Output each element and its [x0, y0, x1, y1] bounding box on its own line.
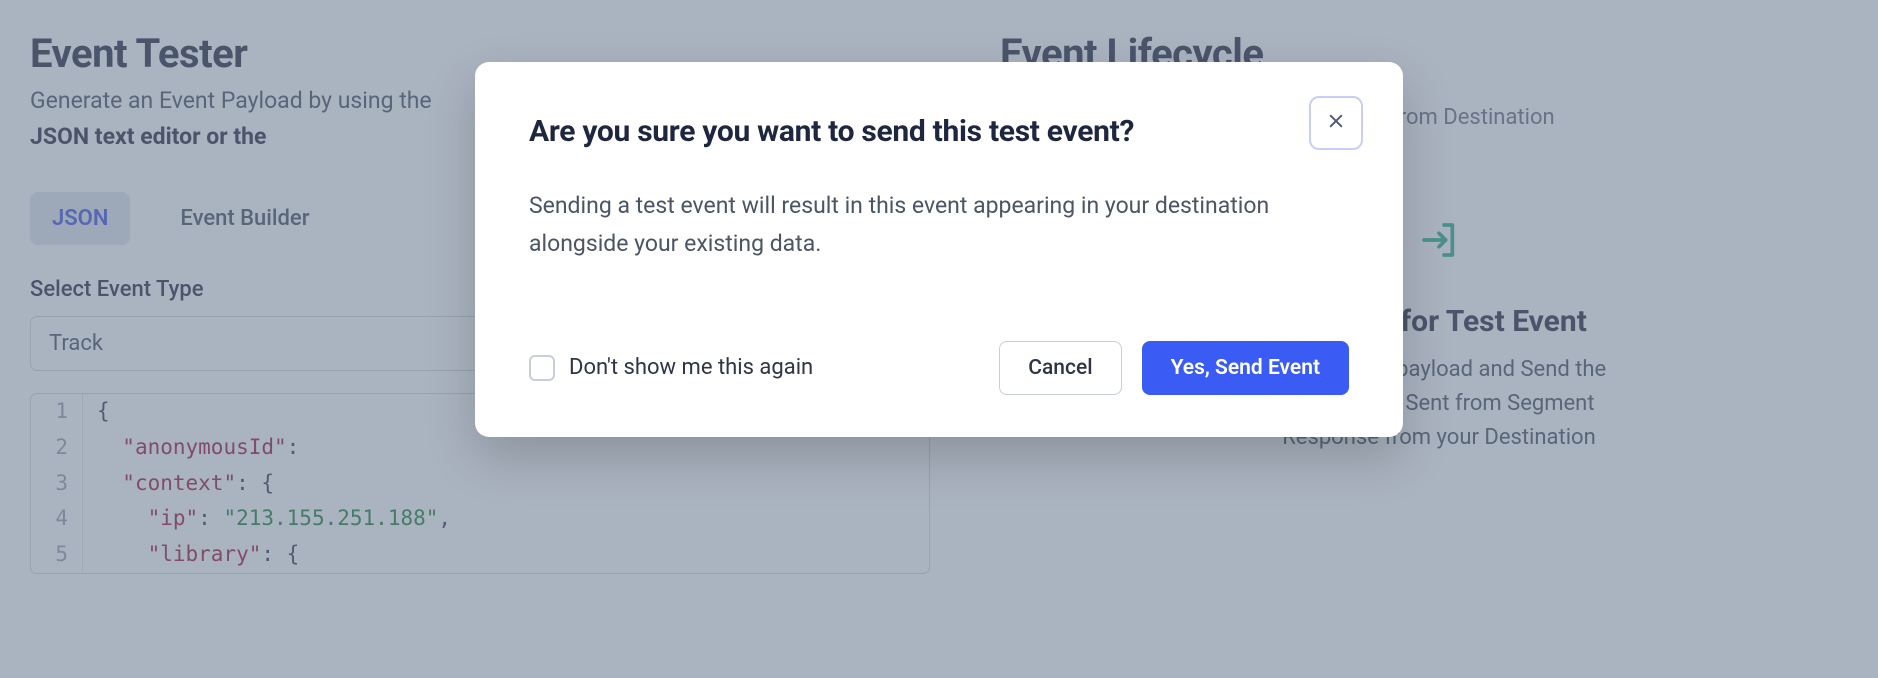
confirm-send-modal: Are you sure you want to send this test … — [475, 62, 1403, 437]
close-icon — [1327, 112, 1345, 134]
dont-show-again-checkbox[interactable] — [529, 355, 555, 381]
modal-overlay[interactable]: Are you sure you want to send this test … — [0, 0, 1878, 678]
modal-close-button[interactable] — [1309, 96, 1363, 150]
cancel-button[interactable]: Cancel — [999, 341, 1121, 395]
modal-title: Are you sure you want to send this test … — [529, 114, 1349, 149]
modal-footer: Don't show me this again Cancel Yes, Sen… — [529, 341, 1349, 395]
dont-show-again-label: Don't show me this again — [569, 355, 813, 380]
modal-body: Sending a test event will result in this… — [529, 187, 1309, 263]
confirm-send-button[interactable]: Yes, Send Event — [1142, 341, 1349, 395]
dont-show-again-option[interactable]: Don't show me this again — [529, 355, 979, 381]
